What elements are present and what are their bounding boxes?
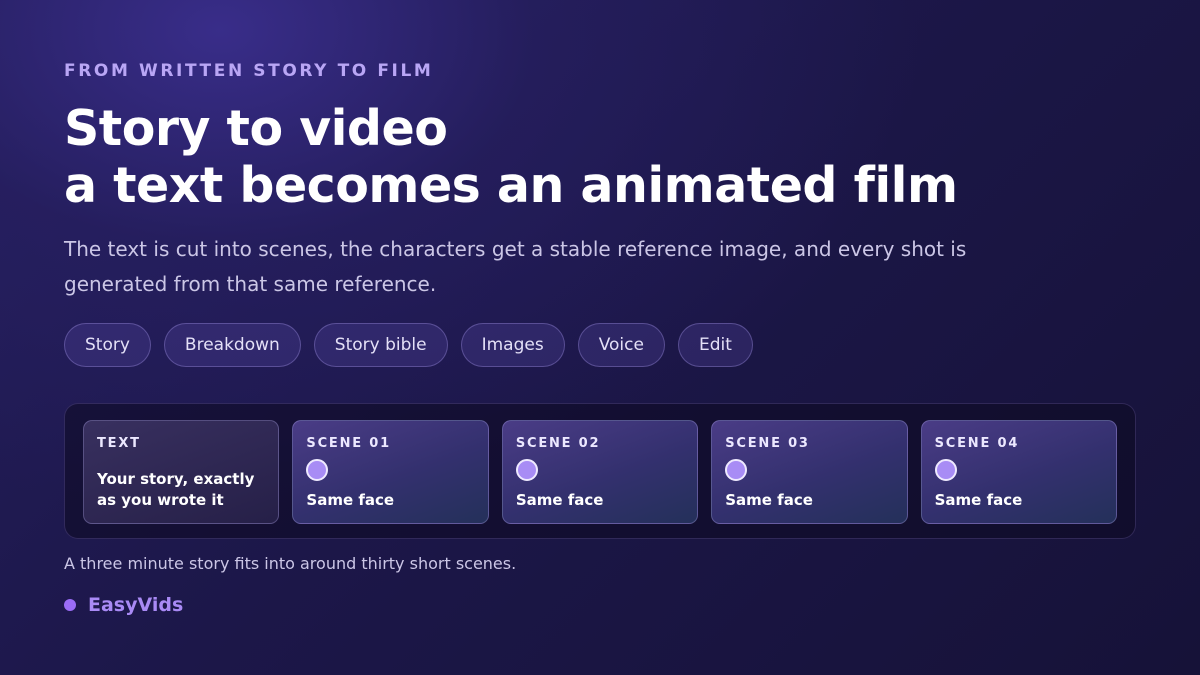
scene-card-body: Same face bbox=[725, 491, 813, 509]
scene-card-body: Same face bbox=[515, 491, 604, 509]
scene-card-label: SCENE 02 bbox=[515, 436, 601, 451]
face-reference-icon bbox=[725, 459, 748, 481]
pill-edit[interactable]: Edit bbox=[677, 323, 753, 367]
face-reference-icon bbox=[515, 459, 538, 481]
pill-images[interactable]: Images bbox=[460, 323, 565, 367]
scene-card-label: SCENE 01 bbox=[306, 436, 391, 451]
scene-card-04: SCENE 04 Same face bbox=[920, 420, 1118, 524]
scene-card-body: Same face bbox=[306, 491, 395, 509]
face-reference-icon bbox=[934, 459, 957, 481]
page-title-line-1: Story to video bbox=[64, 100, 448, 157]
eyebrow: FROM WRITTEN STORY TO FILM bbox=[64, 61, 434, 81]
brand: EasyVids bbox=[64, 594, 183, 616]
brand-name: EasyVids bbox=[88, 594, 184, 616]
scene-card-label: SCENE 04 bbox=[934, 436, 1020, 451]
scene-card-02: SCENE 02 Same face bbox=[501, 420, 699, 524]
pill-breakdown[interactable]: Breakdown bbox=[163, 323, 301, 367]
lead-paragraph: The text is cut into scenes, the charact… bbox=[64, 237, 967, 296]
page-title-line-2: a text becomes an animated film bbox=[64, 157, 958, 214]
page-title: Story to video a text becomes an animate… bbox=[64, 100, 958, 214]
text-card: TEXT Your story, exactly as you wrote it bbox=[83, 420, 280, 524]
face-reference-icon bbox=[306, 459, 329, 481]
text-card-body: Your story, exactly as you wrote it bbox=[97, 470, 255, 509]
pill-story[interactable]: Story bbox=[64, 323, 151, 367]
scene-card-01: SCENE 01 Same face bbox=[292, 420, 489, 524]
scene-card-03: SCENE 03 Same face bbox=[711, 420, 908, 524]
scene-card-body: Same face bbox=[934, 491, 1023, 509]
pill-story-bible[interactable]: Story bible bbox=[313, 323, 448, 367]
step-pills: Story Breakdown Story bible Images Voice… bbox=[64, 323, 753, 367]
brand-dot-icon bbox=[64, 599, 76, 611]
scene-card-label: SCENE 03 bbox=[725, 436, 810, 451]
pill-voice[interactable]: Voice bbox=[577, 323, 665, 367]
caption: A three minute story fits into around th… bbox=[64, 554, 517, 573]
scene-strip: TEXT Your story, exactly as you wrote it… bbox=[64, 403, 1136, 539]
text-card-label: TEXT bbox=[97, 436, 141, 451]
